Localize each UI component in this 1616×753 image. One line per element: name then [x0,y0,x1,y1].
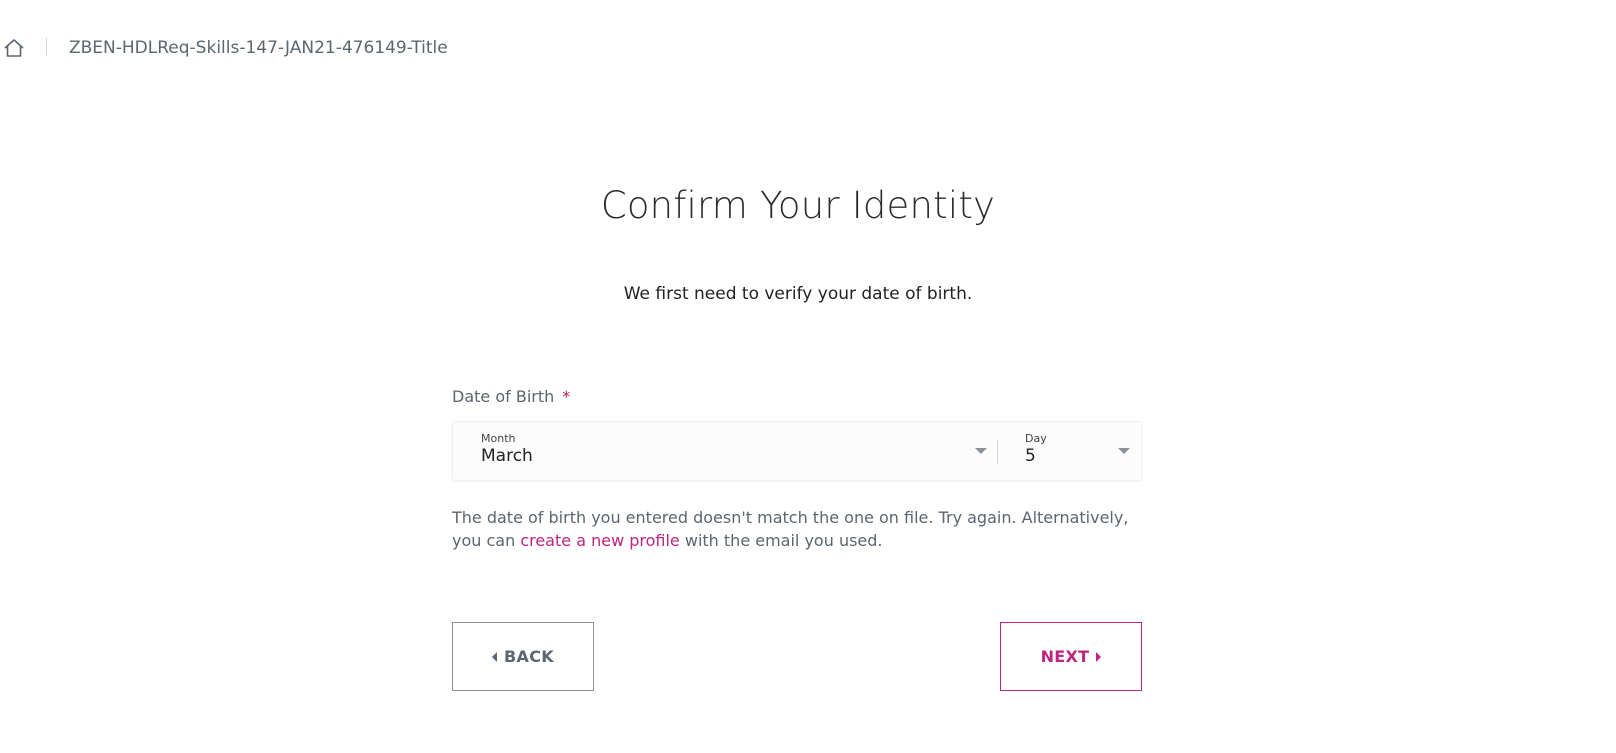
caret-right-icon [1096,651,1102,662]
dob-error-message: The date of birth you entered doesn't ma… [452,506,1152,552]
dob-label-text: Date of Birth [452,387,555,406]
back-button[interactable]: BACK [452,622,594,691]
top-bar: ZBEN-HDLReq-Skills-147-JAN21-476149-Titl… [0,30,1616,64]
caret-left-icon [492,651,498,662]
topbar-divider [46,38,47,56]
month-select-value: March [481,446,533,466]
page-breadcrumb: ZBEN-HDLReq-Skills-147-JAN21-476149-Titl… [69,38,448,58]
dob-label: Date of Birth * [452,387,570,406]
chevron-down-icon [975,448,987,454]
day-select-value: 5 [1025,446,1036,466]
create-profile-link[interactable]: create a new profile [520,531,679,550]
back-button-label: BACK [504,647,554,666]
home-icon[interactable] [2,36,26,60]
required-marker: * [562,387,571,406]
day-select[interactable]: Day 5 [998,422,1143,480]
day-select-label: Day [1025,432,1047,445]
error-text-after: with the email you used. [679,531,883,550]
month-select[interactable]: Month March [453,422,997,480]
page-title: Confirm Your Identity [600,184,996,227]
chevron-down-icon [1118,448,1130,454]
month-select-label: Month [481,432,516,445]
dob-field: Month March Day 5 [452,421,1142,481]
page-subtitle: We first need to verify your date of bir… [623,284,973,304]
next-button-label: NEXT [1040,647,1090,666]
next-button[interactable]: NEXT [1000,622,1142,691]
